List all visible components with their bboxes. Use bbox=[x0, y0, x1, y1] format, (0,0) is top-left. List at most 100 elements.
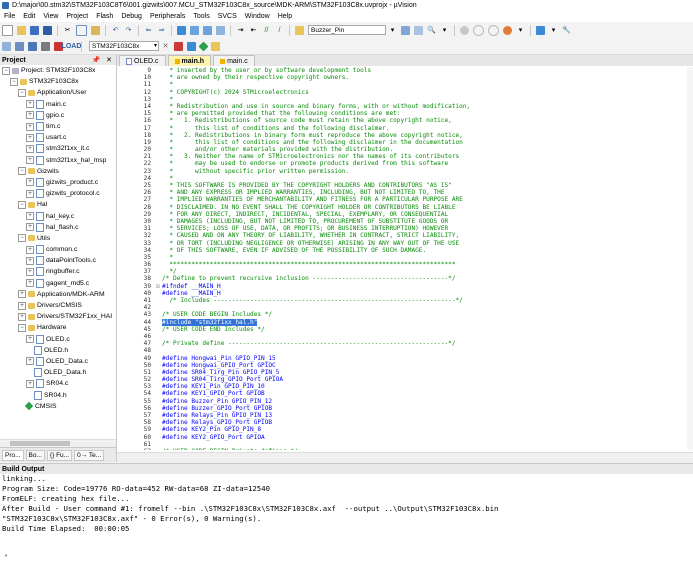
code-line[interactable]: 27 * IMPLIED WARRANTIES OF MERCHANTABILI… bbox=[117, 196, 693, 203]
code-line[interactable]: 37 */ bbox=[117, 268, 693, 275]
expand-icon[interactable]: + bbox=[26, 335, 34, 344]
menu-view[interactable]: View bbox=[39, 13, 62, 20]
code-line[interactable]: 23 * without specific prior written perm… bbox=[117, 168, 693, 175]
tab-books[interactable]: Bo... bbox=[25, 449, 45, 461]
code-line[interactable]: 45 /* USER CODE END Includes */ bbox=[117, 326, 693, 333]
redo-icon[interactable]: ↷ bbox=[124, 26, 133, 35]
indent-icon[interactable]: ⇥ bbox=[236, 26, 245, 35]
download-icon[interactable]: LOAD bbox=[62, 42, 82, 51]
code-line[interactable]: 18 * 2. Redistributions in binary form m… bbox=[117, 132, 693, 139]
expand-icon[interactable]: + bbox=[26, 357, 34, 366]
code-line[interactable]: 25 * THIS SOFTWARE IS PROVIDED BY THE CO… bbox=[117, 182, 693, 189]
menu-project[interactable]: Project bbox=[62, 13, 92, 20]
tree-node[interactable]: + dataPointTools.c bbox=[0, 255, 116, 266]
code-line[interactable]: 54 #define KEY1_GPIO_Port GPIOB bbox=[117, 390, 693, 397]
tree-node[interactable]: + OLED_Data.c bbox=[0, 356, 116, 367]
code-line[interactable]: 32 * CAUSED AND ON ANY THEORY OF LIABILI… bbox=[117, 232, 693, 239]
save-all-icon[interactable] bbox=[43, 25, 52, 35]
expand-icon[interactable]: + bbox=[26, 223, 34, 232]
editor-hscrollbar[interactable] bbox=[117, 452, 693, 462]
code-line[interactable]: 11 * bbox=[117, 81, 693, 88]
tree-node[interactable]: − Hardware bbox=[0, 322, 116, 333]
expand-icon[interactable]: + bbox=[26, 144, 34, 153]
expand-icon[interactable]: + bbox=[18, 301, 26, 310]
comment-icon[interactable]: // bbox=[262, 26, 271, 35]
expand-icon[interactable]: + bbox=[26, 279, 34, 288]
tree-node[interactable]: + gagent_md5.c bbox=[0, 278, 116, 289]
undo-icon[interactable]: ↶ bbox=[111, 26, 120, 35]
tree-node[interactable]: SR04.h bbox=[0, 389, 116, 400]
window-layout-icon[interactable] bbox=[536, 25, 545, 35]
code-line[interactable]: 40 #define __MAIN_H bbox=[117, 290, 693, 297]
code-line[interactable]: 22 * may be used to endorse or promote p… bbox=[117, 160, 693, 167]
code-line[interactable]: 46 bbox=[117, 333, 693, 340]
code-line[interactable]: 56 #define Buzzer_GPIO_Port GPIOB bbox=[117, 405, 693, 412]
tree-node[interactable]: OLED_Data.h bbox=[0, 367, 116, 378]
code-line[interactable]: 9 * inserted by the user or by software … bbox=[117, 67, 693, 74]
dropdown-icon[interactable]: ▾ bbox=[516, 26, 525, 35]
code-line[interactable]: 55 #define Buzzer_Pin GPIO_PIN_12 bbox=[117, 398, 693, 405]
configure-icon[interactable]: 🔧 bbox=[562, 26, 571, 35]
rebuild-icon[interactable] bbox=[28, 41, 37, 51]
code-line[interactable]: 41 /* Includes -------------------------… bbox=[117, 297, 693, 304]
code-line[interactable]: 43 /* USER CODE BEGIN Includes */ bbox=[117, 311, 693, 318]
find-in-files-icon[interactable] bbox=[295, 25, 304, 35]
unindent-icon[interactable]: ⇤ bbox=[249, 26, 258, 35]
nav-forward-icon[interactable]: ⇒ bbox=[157, 26, 166, 35]
manage-components-icon[interactable] bbox=[187, 41, 196, 51]
tree-node[interactable]: + common.c bbox=[0, 244, 116, 255]
find-dropdown-icon[interactable]: ▾ bbox=[388, 26, 397, 35]
expand-icon[interactable]: + bbox=[26, 178, 34, 187]
expand-icon[interactable]: + bbox=[26, 111, 34, 120]
code-line[interactable]: 16 * 1. Redistributions of source code m… bbox=[117, 117, 693, 124]
paste-icon[interactable] bbox=[91, 25, 100, 35]
expand-icon[interactable]: + bbox=[26, 133, 34, 142]
code-line[interactable]: 14 * Redistribution and use in source an… bbox=[117, 103, 693, 110]
bookmark-prev-icon[interactable] bbox=[190, 25, 199, 35]
breakpoint-kill-icon[interactable] bbox=[488, 24, 499, 36]
code-line[interactable]: 20 * and/or other materials provided wit… bbox=[117, 146, 693, 153]
code-line[interactable]: 58 #define Relays_GPIO_Port GPIOB bbox=[117, 419, 693, 426]
collapse-icon[interactable]: − bbox=[2, 66, 10, 75]
editor-tab-oled-c[interactable]: OLED.c bbox=[119, 55, 166, 66]
tree-node[interactable]: − Hal bbox=[0, 199, 116, 210]
pack-installer-icon[interactable] bbox=[198, 41, 209, 51]
tree-node[interactable]: + gizwits_product.c bbox=[0, 177, 116, 188]
code-line[interactable]: 29 * FOR ANY DIRECT, INDIRECT, INCIDENTA… bbox=[117, 211, 693, 218]
save-icon[interactable] bbox=[30, 25, 39, 35]
code-line[interactable]: 61 bbox=[117, 441, 693, 448]
tree-node[interactable]: + tim.c bbox=[0, 121, 116, 132]
uncomment-icon[interactable]: / bbox=[275, 26, 284, 35]
tree-node[interactable]: + hal_key.c bbox=[0, 210, 116, 221]
tree-node[interactable]: + main.c bbox=[0, 99, 116, 110]
expand-icon[interactable]: + bbox=[26, 256, 34, 265]
menu-tools[interactable]: Tools bbox=[189, 13, 213, 20]
tree-node[interactable]: + SR04.c bbox=[0, 378, 116, 389]
tab-project[interactable]: Pro... bbox=[2, 449, 24, 461]
menu-flash[interactable]: Flash bbox=[92, 13, 117, 20]
editor-tab-main-h[interactable]: main.h bbox=[167, 55, 212, 66]
batch-build-icon[interactable] bbox=[41, 41, 50, 51]
code-line[interactable]: 51 #define SR04_Tirg_Pin GPIO_PIN_5 bbox=[117, 369, 693, 376]
code-line[interactable]: 13 * bbox=[117, 96, 693, 103]
bookmark-clear-icon[interactable] bbox=[216, 25, 225, 35]
collapse-icon[interactable]: − bbox=[18, 88, 26, 97]
target-options-icon[interactable]: ✕ bbox=[161, 42, 170, 51]
code-editor[interactable]: 9 * inserted by the user or by software … bbox=[117, 67, 693, 450]
select-software-packs-icon[interactable] bbox=[211, 41, 220, 51]
find-combo[interactable]: Buzzer_Pin bbox=[308, 25, 386, 35]
code-line[interactable]: 50 #define Hongwai_GPIO_Port GPIOC bbox=[117, 362, 693, 369]
code-line[interactable]: 62 /* USER CODE BEGIN Private defines */ bbox=[117, 448, 693, 450]
dropdown-icon[interactable]: ▾ bbox=[440, 26, 449, 35]
menu-help[interactable]: Help bbox=[274, 13, 296, 20]
expand-icon[interactable]: + bbox=[26, 212, 34, 221]
code-line[interactable]: 48 bbox=[117, 347, 693, 354]
cut-icon[interactable]: ✂ bbox=[63, 26, 72, 35]
code-line[interactable]: 21 * 3. Neither the name of STMicroelect… bbox=[117, 153, 693, 160]
find-icon[interactable] bbox=[401, 25, 410, 35]
tree-node[interactable]: + hal_flash.c bbox=[0, 222, 116, 233]
code-line[interactable]: 15 * are permitted provided that the fol… bbox=[117, 110, 693, 117]
panel-controls[interactable]: 📌 ✕ bbox=[91, 56, 116, 64]
expand-icon[interactable]: + bbox=[26, 267, 34, 276]
collapse-icon[interactable]: − bbox=[18, 323, 26, 332]
